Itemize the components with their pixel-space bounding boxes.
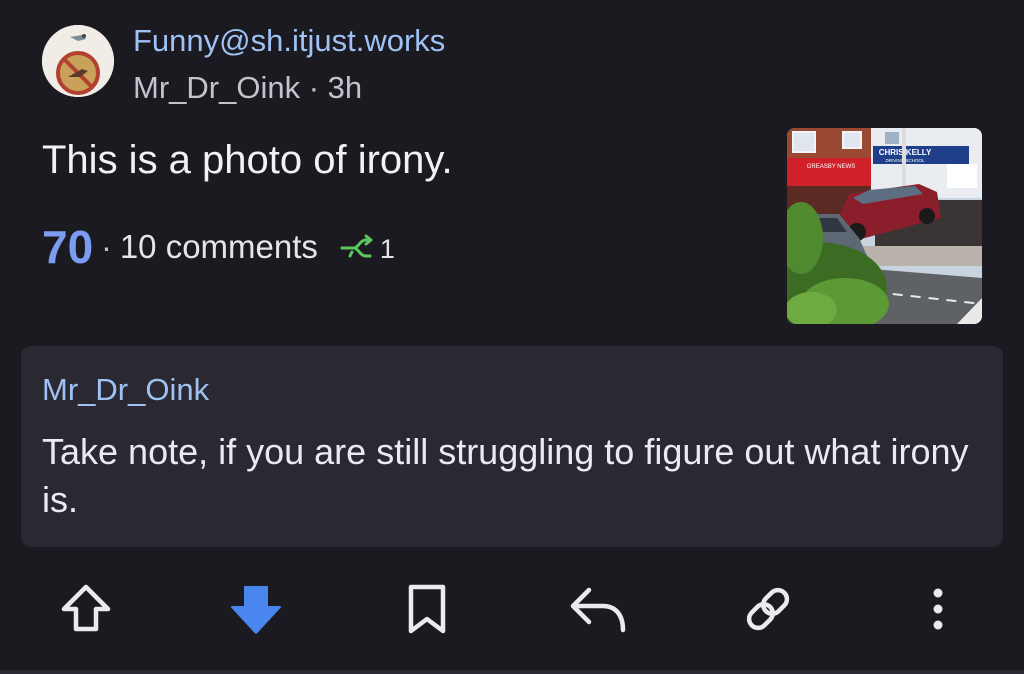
arrow-down-filled-icon xyxy=(230,583,282,640)
copy-link-button[interactable] xyxy=(738,578,798,644)
post-stats: 70 · 10 comments 1 xyxy=(42,220,395,274)
arrow-up-outline-icon xyxy=(60,583,112,640)
post-title[interactable]: This is a photo of irony. xyxy=(42,138,453,183)
post-body-card: Mr_Dr_Oink Take note, if you are still s… xyxy=(21,346,1003,547)
community-avatar[interactable] xyxy=(42,25,114,97)
reply-icon xyxy=(567,584,627,639)
community-name[interactable]: Funny@sh.itjust.works xyxy=(133,23,445,59)
reply-button[interactable] xyxy=(567,578,627,644)
post-body-text: Take note, if you are still struggling t… xyxy=(42,431,969,520)
upvote-button[interactable] xyxy=(56,578,116,644)
save-button[interactable] xyxy=(397,578,457,644)
comments-count[interactable]: 10 comments xyxy=(120,228,318,266)
stats-separator: · xyxy=(101,228,112,265)
body-author-name[interactable]: Mr_Dr_Oink xyxy=(42,372,209,408)
action-bar xyxy=(0,578,1024,644)
author-name[interactable]: Mr_Dr_Oink xyxy=(133,70,300,105)
post-age: 3h xyxy=(327,70,363,105)
more-options-button[interactable] xyxy=(908,578,968,644)
meta-separator: · xyxy=(300,70,328,105)
score-count: 70 xyxy=(42,221,94,273)
bottom-divider xyxy=(0,670,1024,674)
link-icon xyxy=(741,582,795,641)
bookmark-icon xyxy=(405,583,449,640)
post-thumbnail[interactable]: GREASBY NEWS CHRIS KELLY DRIVING SCHOOL xyxy=(787,128,982,324)
post-meta: Mr_Dr_Oink · 3h xyxy=(133,70,362,106)
more-vertical-icon xyxy=(928,584,948,639)
post-view: Funny@sh.itjust.works Mr_Dr_Oink · 3h Th… xyxy=(0,0,1024,674)
downvote-button[interactable] xyxy=(226,578,286,644)
thumbnail-sign-left: GREASBY NEWS xyxy=(807,164,856,170)
crosspost-count: 1 xyxy=(379,233,395,264)
crosspost-icon xyxy=(340,234,374,267)
